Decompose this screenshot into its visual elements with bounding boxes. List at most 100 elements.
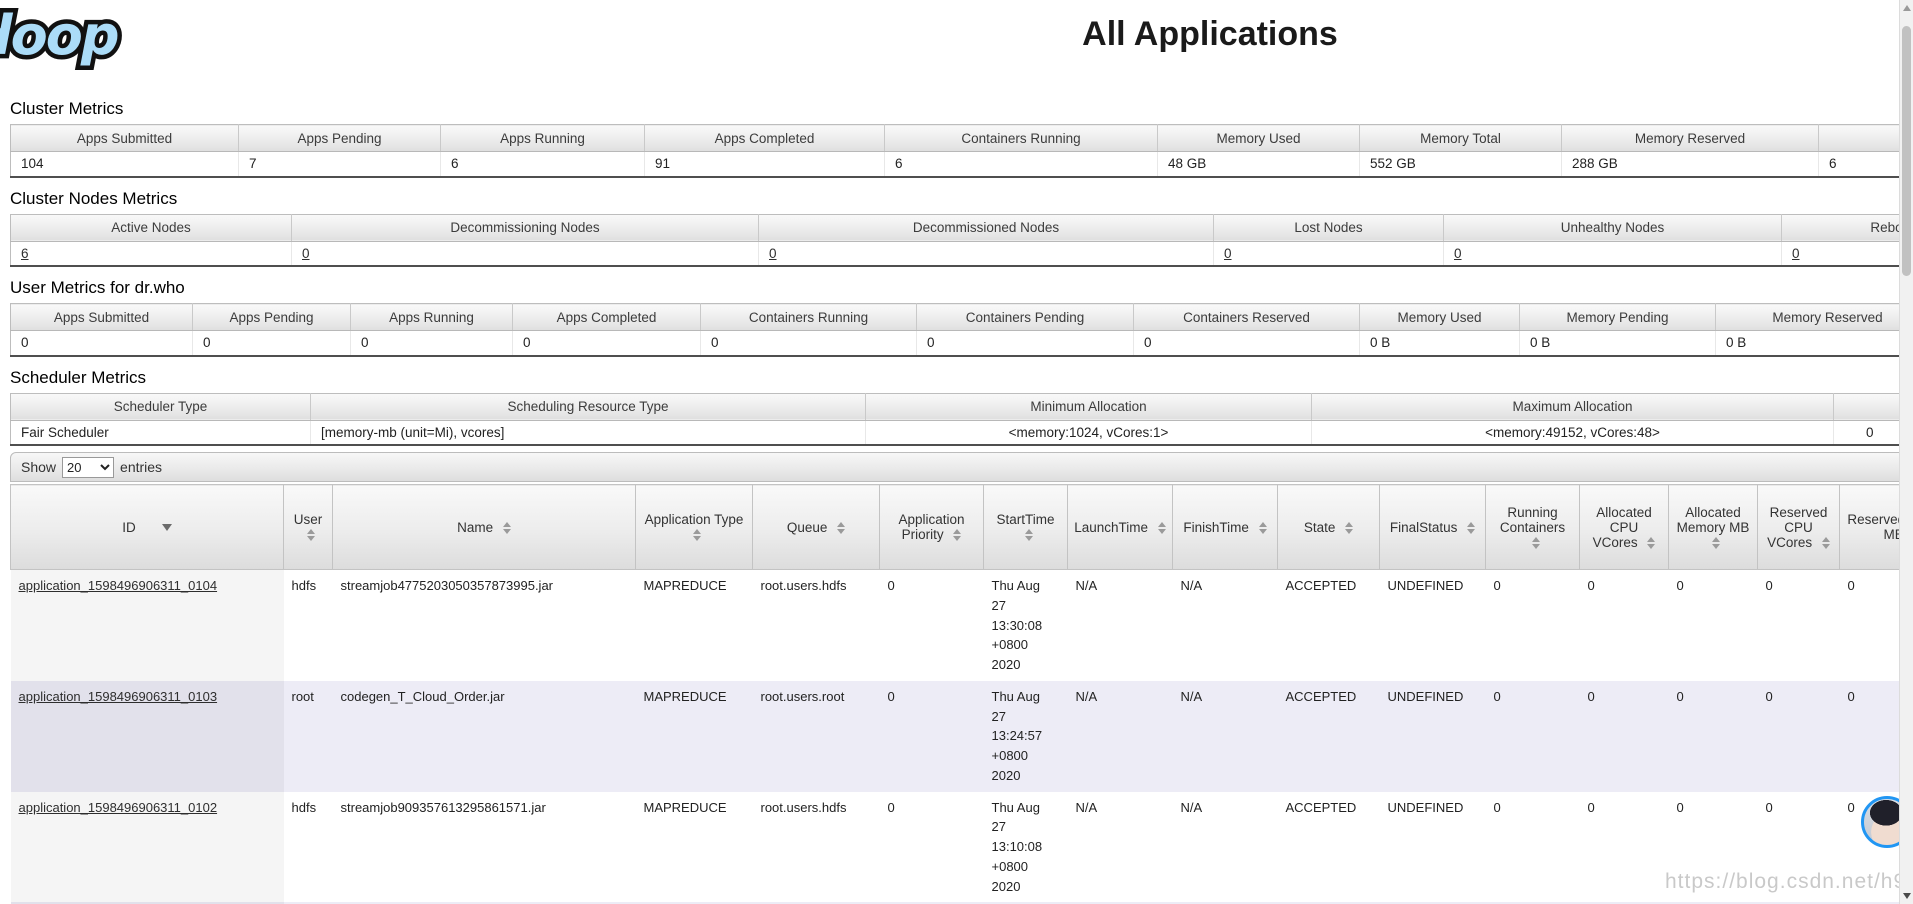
cell-allocated-cpu-vcores: 0	[1587, 799, 1595, 815]
decommissioning-nodes-link[interactable]: 0	[302, 246, 310, 261]
scheduler-metrics-table: Scheduler Type Scheduling Resource Type …	[10, 392, 1913, 446]
col-header-launchtime[interactable]: LaunchTime	[1067, 484, 1173, 570]
vertical-scrollbar[interactable]	[1899, 0, 1913, 904]
col-header-containers-running: Containers Running	[884, 124, 1158, 152]
col-header-running-containers[interactable]: Running Containers	[1485, 484, 1580, 570]
col-header-name[interactable]: Name	[332, 484, 636, 570]
cell-finalstatus: UNDEFINED	[1387, 799, 1464, 815]
yarn-all-applications-page: doop doop All Applications Cluster Metri…	[0, 0, 1913, 904]
application-link[interactable]: application_1598496906311_0104	[19, 578, 218, 593]
csdn-watermark-url: https://blog.csdn.net/h952560296	[1665, 870, 1913, 893]
col-header-queue[interactable]: Queue	[752, 484, 880, 570]
user-metrics-row: 0 0 0 0 0 0 0 0 B 0 B 0 B	[10, 330, 1913, 357]
lost-nodes-link[interactable]: 0	[1224, 246, 1232, 261]
scrollbar-thumb[interactable]	[1902, 26, 1911, 276]
cell-id: application_1598496906311_0104	[10, 569, 284, 681]
entries-label: entries	[120, 459, 163, 475]
sort-icon	[693, 529, 701, 542]
col-header-memory-total: Memory Total	[1359, 124, 1562, 152]
active-nodes-link[interactable]: 6	[21, 246, 29, 261]
cluster-nodes-metrics-row: 6 0 0 0 0 0	[10, 241, 1913, 267]
value-memory-pending: 0 B	[1519, 330, 1716, 357]
scroll-down-arrow-icon[interactable]	[1903, 893, 1911, 899]
col-header-containers-pending: Containers Pending	[916, 303, 1134, 331]
cell-application-type: MAPREDUCE	[643, 688, 727, 704]
value-apps-completed: 91	[644, 151, 885, 178]
col-header-containers-reserved: Containers Reserved	[1133, 303, 1360, 331]
hadoop-logo-text: doop	[0, 4, 120, 67]
cell-state: ACCEPTED	[1285, 688, 1357, 704]
col-header-id[interactable]: ID	[10, 484, 284, 570]
title-band: All Applications	[0, 0, 1913, 54]
cell-state: ACCEPTED	[1285, 799, 1357, 815]
cell-queue: root.users.root	[760, 688, 845, 704]
application-link[interactable]: application_1598496906311_0102	[19, 800, 218, 815]
value-containers-running: 6	[884, 151, 1158, 178]
value-apps-pending: 0	[192, 330, 351, 357]
cell-allocated-memory-mb: 0	[1676, 688, 1684, 704]
page-size-select[interactable]: 20	[62, 456, 115, 478]
rebooted-nodes-link[interactable]: 0	[1792, 246, 1800, 261]
sort-icon	[953, 529, 962, 542]
sort-icon	[307, 529, 315, 542]
value-containers-running: 0	[700, 330, 917, 357]
cluster-metrics-row: 104 7 6 91 6 48 GB 552 GB 288 GB 6	[10, 151, 1913, 178]
value-memory-reserved: 0 B	[1715, 330, 1913, 357]
col-header-rebooted-nodes: Rebooted Nodes	[1781, 214, 1913, 242]
cell-name: codegen_T_Cloud_Order.jar	[340, 688, 505, 704]
col-header-finishtime[interactable]: FinishTime	[1172, 484, 1278, 570]
sort-icon	[1467, 521, 1476, 534]
col-header-finalstatus[interactable]: FinalStatus	[1379, 484, 1486, 570]
cell-name: streamjob4775203050357873995.jar	[340, 578, 554, 593]
cell-queue: root.users.hdfs	[760, 799, 847, 815]
sort-icon	[1647, 536, 1656, 549]
col-header-allocated-memory-mb[interactable]: Allocated Memory MB	[1668, 484, 1758, 570]
col-header-application-priority[interactable]: Application Priority	[879, 484, 984, 570]
unhealthy-nodes-link[interactable]: 0	[1454, 246, 1462, 261]
col-header-minimum-allocation: Minimum Allocation	[865, 393, 1312, 421]
cell-state: ACCEPTED	[1285, 578, 1357, 593]
application-link[interactable]: application_1598496906311_0103	[19, 689, 218, 704]
col-header-apps-running: Apps Running	[350, 303, 513, 331]
hadoop-logo[interactable]: doop doop	[0, 0, 194, 74]
scheduler-metrics-heading: Scheduler Metrics	[10, 367, 147, 387]
cell-allocated-memory-mb: 0	[1676, 578, 1684, 593]
table-row: application_1598496906311_0102 hdfs stre…	[10, 791, 1913, 903]
col-header-lost-nodes: Lost Nodes	[1213, 214, 1444, 242]
scroll-up-arrow-icon[interactable]	[1903, 5, 1911, 11]
col-header-memory-used: Memory Used	[1359, 303, 1520, 331]
col-header-apps-submitted: Apps Submitted	[10, 303, 193, 331]
cell-starttime: Thu Aug 27 13:24:57 +0800 2020	[991, 688, 1043, 783]
sort-icon	[1258, 521, 1267, 534]
sort-icon	[1024, 529, 1033, 542]
col-header-memory-used: Memory Used	[1157, 124, 1360, 152]
col-header-memory-reserved: Memory Reserved	[1561, 124, 1819, 152]
col-header-maximum-allocation: Maximum Allocation	[1311, 393, 1834, 421]
value-apps-pending: 7	[238, 151, 441, 178]
cell-application-type: MAPREDUCE	[643, 578, 727, 593]
value-scheduling-resource-type: [memory-mb (unit=Mi), vcores]	[310, 420, 866, 446]
sort-icon	[1345, 521, 1354, 534]
col-header-state[interactable]: State	[1277, 484, 1380, 570]
value-memory-used: 48 GB	[1157, 151, 1360, 178]
decommissioned-nodes-link[interactable]: 0	[769, 246, 777, 261]
col-header-reserved-cpu-vcores[interactable]: Reserved CPU VCores	[1757, 484, 1840, 570]
col-header-decommissioned-nodes: Decommissioned Nodes	[758, 214, 1214, 242]
col-header-apps-submitted: Apps Submitted	[10, 124, 239, 152]
value-apps-completed: 0	[512, 330, 701, 357]
col-header-unhealthy-nodes: Unhealthy Nodes	[1443, 214, 1782, 242]
cluster-nodes-metrics-table: Active Nodes Decommissioning Nodes Decom…	[10, 213, 1913, 267]
value-memory-used: 0 B	[1359, 330, 1520, 357]
cell-running-containers: 0	[1493, 688, 1501, 704]
col-header-user[interactable]: User	[283, 484, 333, 570]
value-scheduler-type: Fair Scheduler	[10, 420, 311, 446]
col-header-starttime[interactable]: StartTime	[983, 484, 1068, 570]
cell-launchtime: N/A	[1075, 688, 1098, 704]
cell-allocated-cpu-vcores: 0	[1587, 688, 1595, 704]
cell-id: application_1598496906311_0102	[10, 791, 284, 903]
cluster-metrics-heading: Cluster Metrics	[10, 99, 124, 118]
col-header-allocated-cpu-vcores[interactable]: Allocated CPU VCores	[1579, 484, 1669, 570]
col-header-apps-pending: Apps Pending	[238, 124, 441, 152]
col-header-application-type[interactable]: Application Type	[635, 484, 753, 570]
value-containers-reserved: 0	[1133, 330, 1360, 357]
